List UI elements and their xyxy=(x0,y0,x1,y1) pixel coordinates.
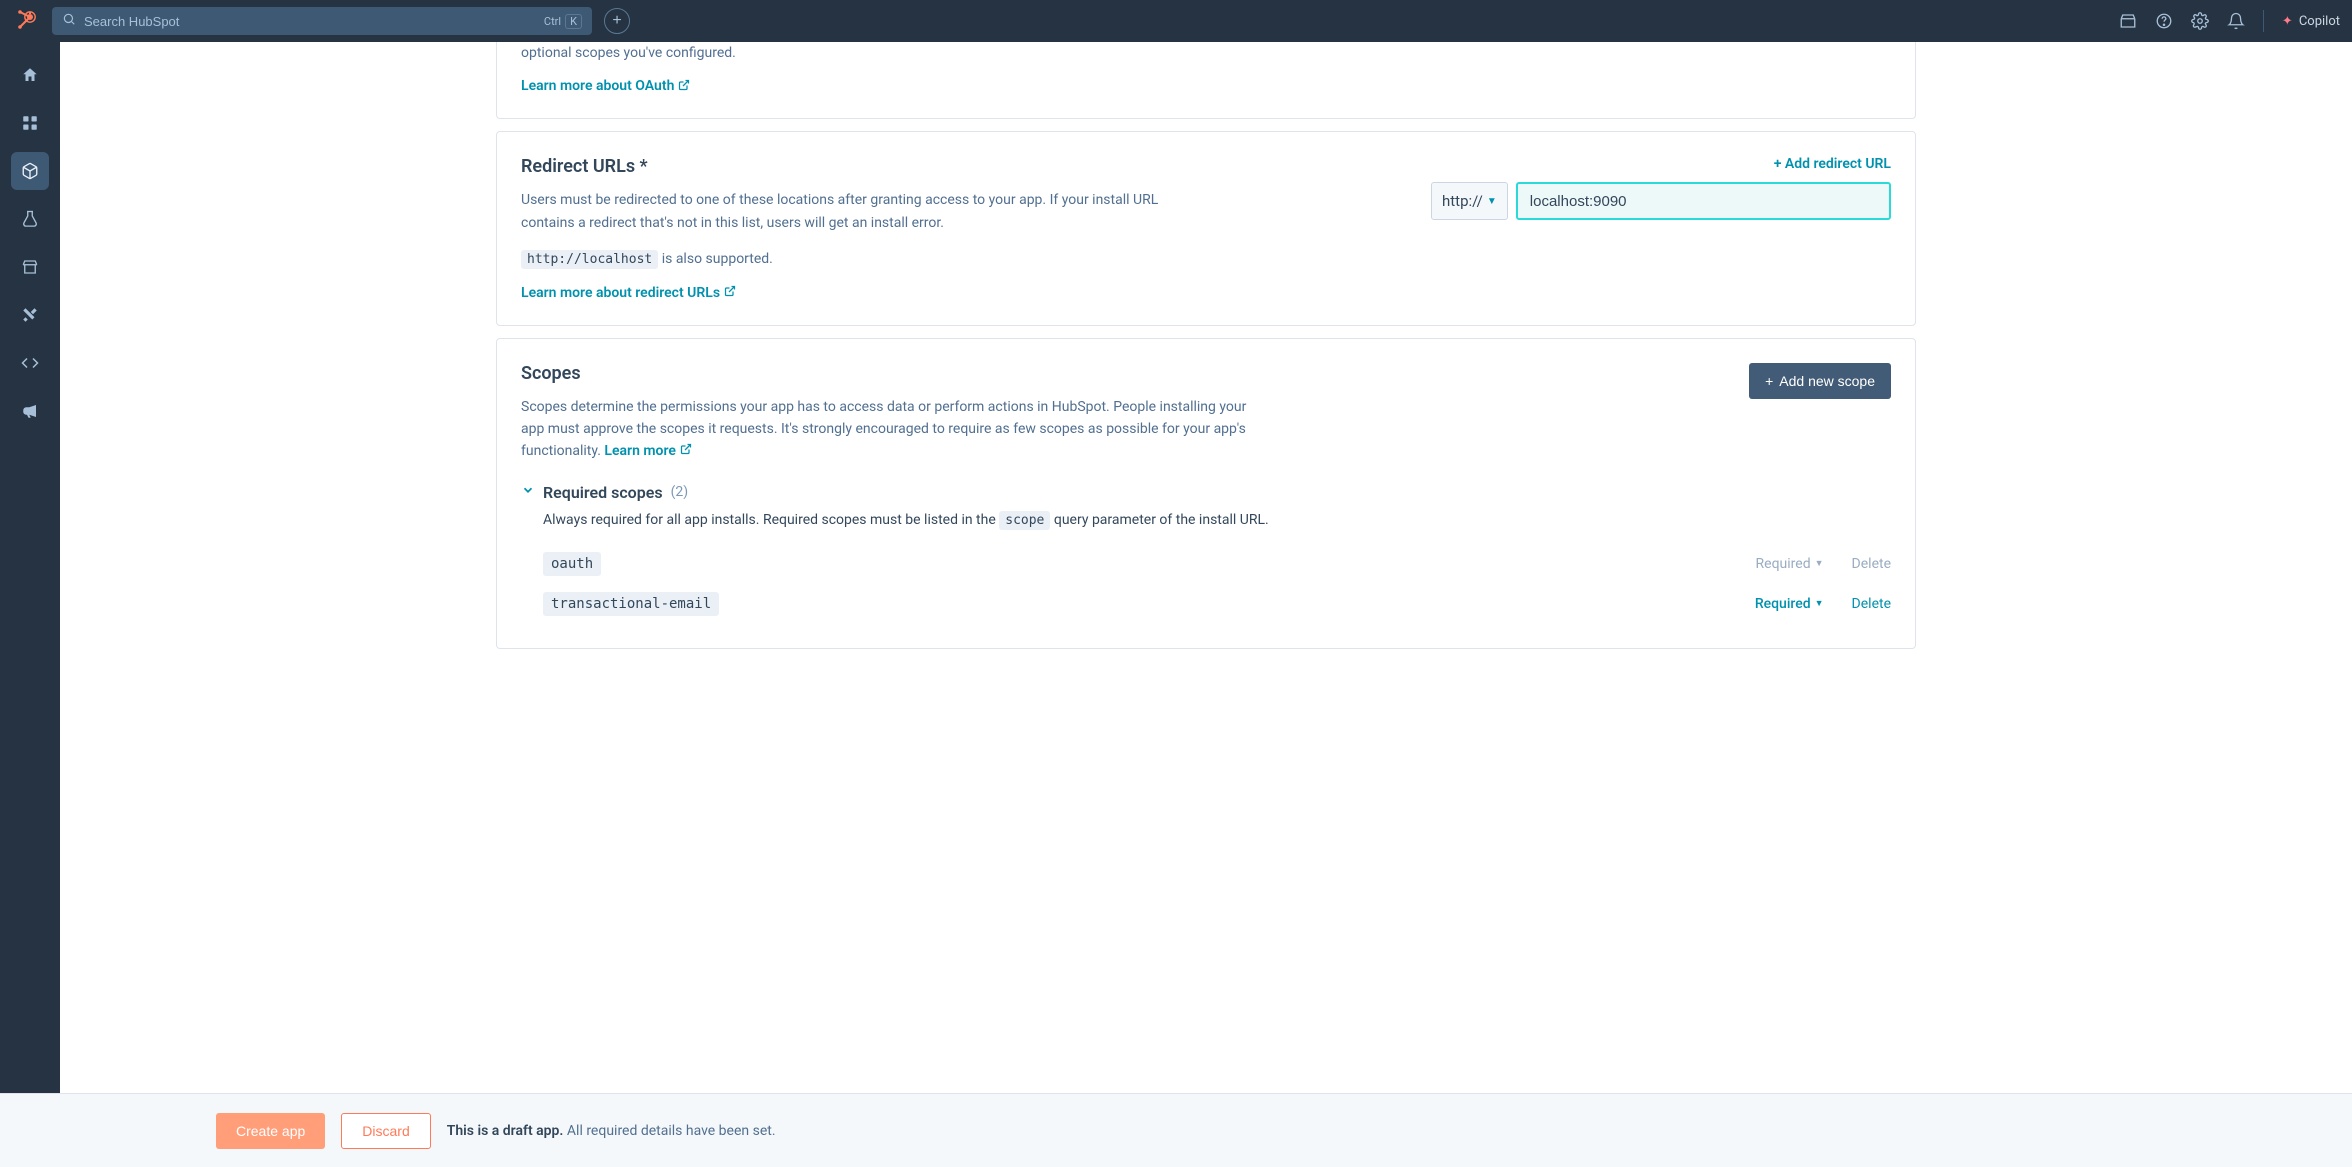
marketplace-icon[interactable] xyxy=(2119,12,2137,30)
add-redirect-url-link[interactable]: + Add redirect URL xyxy=(1774,156,1891,172)
search-shortcut: Ctrl K xyxy=(544,14,582,29)
redirect-url-input[interactable] xyxy=(1516,182,1891,220)
external-link-icon xyxy=(678,79,690,94)
required-scopes-count: (2) xyxy=(671,484,689,500)
shortcut-ctrl: Ctrl xyxy=(544,15,561,28)
rail-code[interactable] xyxy=(11,344,49,382)
copilot-label: Copilot xyxy=(2299,14,2340,29)
add-new-scope-label: Add new scope xyxy=(1779,373,1875,389)
scope-tag: transactional-email xyxy=(543,592,719,616)
scope-row: oauth Required ▼ Delete xyxy=(543,544,1891,584)
redirect-learn-more-text: Learn more about redirect URLs xyxy=(521,285,720,301)
scope-row: transactional-email Required ▼ Delete xyxy=(543,584,1891,624)
add-new-scope-button[interactable]: + Add new scope xyxy=(1749,363,1891,399)
rail-home[interactable] xyxy=(11,56,49,94)
chevron-down-icon: ▼ xyxy=(1815,558,1824,569)
req-desc-pre: Always required for all app installs. Re… xyxy=(543,512,999,528)
redirect-title: Redirect URLs * xyxy=(521,156,1186,177)
localhost-suffix: is also supported. xyxy=(662,251,773,267)
left-rail xyxy=(0,42,60,1167)
redirect-learn-more-link[interactable]: Learn more about redirect URLs xyxy=(521,285,736,301)
scope-required-label: Required xyxy=(1755,596,1811,612)
footer-bar: Create app Discard This is a draft app. … xyxy=(0,1093,2352,1167)
draft-bold: This is a draft app. xyxy=(447,1123,564,1139)
scopes-title: Scopes xyxy=(521,363,1261,384)
external-link-icon xyxy=(724,285,736,300)
sparkle-icon: ✦ xyxy=(2282,14,2293,29)
draft-message: This is a draft app. All required detail… xyxy=(447,1123,776,1139)
hubspot-logo[interactable] xyxy=(12,7,40,35)
redirect-urls-card: Redirect URLs * Users must be redirected… xyxy=(496,131,1916,325)
scope-required-dropdown[interactable]: Required ▼ xyxy=(1755,596,1824,612)
notifications-icon[interactable] xyxy=(2227,12,2245,30)
scope-delete-button: Delete xyxy=(1852,556,1891,572)
chevron-down-icon: ▼ xyxy=(1815,598,1824,609)
oauth-card: optional scopes you've configured. Learn… xyxy=(496,42,1916,119)
rail-testing[interactable] xyxy=(11,200,49,238)
protocol-select[interactable]: http:// ▼ xyxy=(1431,182,1508,220)
scope-required-label: Required xyxy=(1756,556,1811,572)
required-scopes-title: Required scopes xyxy=(543,483,663,502)
oauth-learn-more-text: Learn more about OAuth xyxy=(521,78,674,94)
global-search[interactable]: Ctrl K xyxy=(52,7,592,35)
localhost-code: http://localhost xyxy=(521,250,658,269)
add-button[interactable]: + xyxy=(604,8,630,34)
discard-button[interactable]: Discard xyxy=(341,1113,430,1149)
main-content: optional scopes you've configured. Learn… xyxy=(60,42,2352,1093)
rail-apps[interactable] xyxy=(11,104,49,142)
scopes-card: Scopes Scopes determine the permissions … xyxy=(496,338,1916,649)
required-scopes-desc: Always required for all app installs. Re… xyxy=(543,512,1891,528)
req-desc-post: query parameter of the install URL. xyxy=(1054,512,1269,528)
chevron-down-icon: ▼ xyxy=(1487,196,1497,207)
oauth-learn-more-link[interactable]: Learn more about OAuth xyxy=(521,78,690,94)
shortcut-key: K xyxy=(565,14,582,29)
rail-projects[interactable] xyxy=(11,152,49,190)
scopes-desc: Scopes determine the permissions your ap… xyxy=(521,396,1261,463)
top-nav: Ctrl K + ✦ Copilot xyxy=(0,0,2352,42)
create-app-button[interactable]: Create app xyxy=(216,1113,325,1149)
rail-tools[interactable] xyxy=(11,296,49,334)
plus-icon: + xyxy=(612,12,621,30)
scope-tag: oauth xyxy=(543,552,601,576)
settings-icon[interactable] xyxy=(2191,12,2209,30)
rail-announce[interactable] xyxy=(11,392,49,430)
search-icon xyxy=(62,12,76,30)
redirect-desc: Users must be redirected to one of these… xyxy=(521,189,1186,234)
scope-required-dropdown: Required ▼ xyxy=(1756,556,1824,572)
scopes-learn-more-text: Learn more xyxy=(604,440,675,462)
draft-rest: All required details have been set. xyxy=(567,1123,776,1139)
scope-delete-button[interactable]: Delete xyxy=(1852,596,1891,612)
chevron-down-icon xyxy=(521,483,535,501)
copilot-button[interactable]: ✦ Copilot xyxy=(2282,14,2340,29)
help-icon[interactable] xyxy=(2155,12,2173,30)
protocol-value: http:// xyxy=(1442,192,1483,210)
external-link-icon xyxy=(680,442,692,461)
divider xyxy=(2263,10,2264,32)
redirect-localhost-line: http://localhost is also supported. xyxy=(521,248,1186,270)
rail-commerce[interactable] xyxy=(11,248,49,286)
scopes-learn-more-link[interactable]: Learn more xyxy=(604,440,691,462)
search-input[interactable] xyxy=(84,14,536,29)
required-scopes-toggle[interactable]: Required scopes (2) xyxy=(521,483,1891,502)
plus-icon: + xyxy=(1765,373,1773,389)
oauth-partial-text: optional scopes you've configured. xyxy=(521,42,1891,64)
req-desc-code: scope xyxy=(999,511,1050,530)
